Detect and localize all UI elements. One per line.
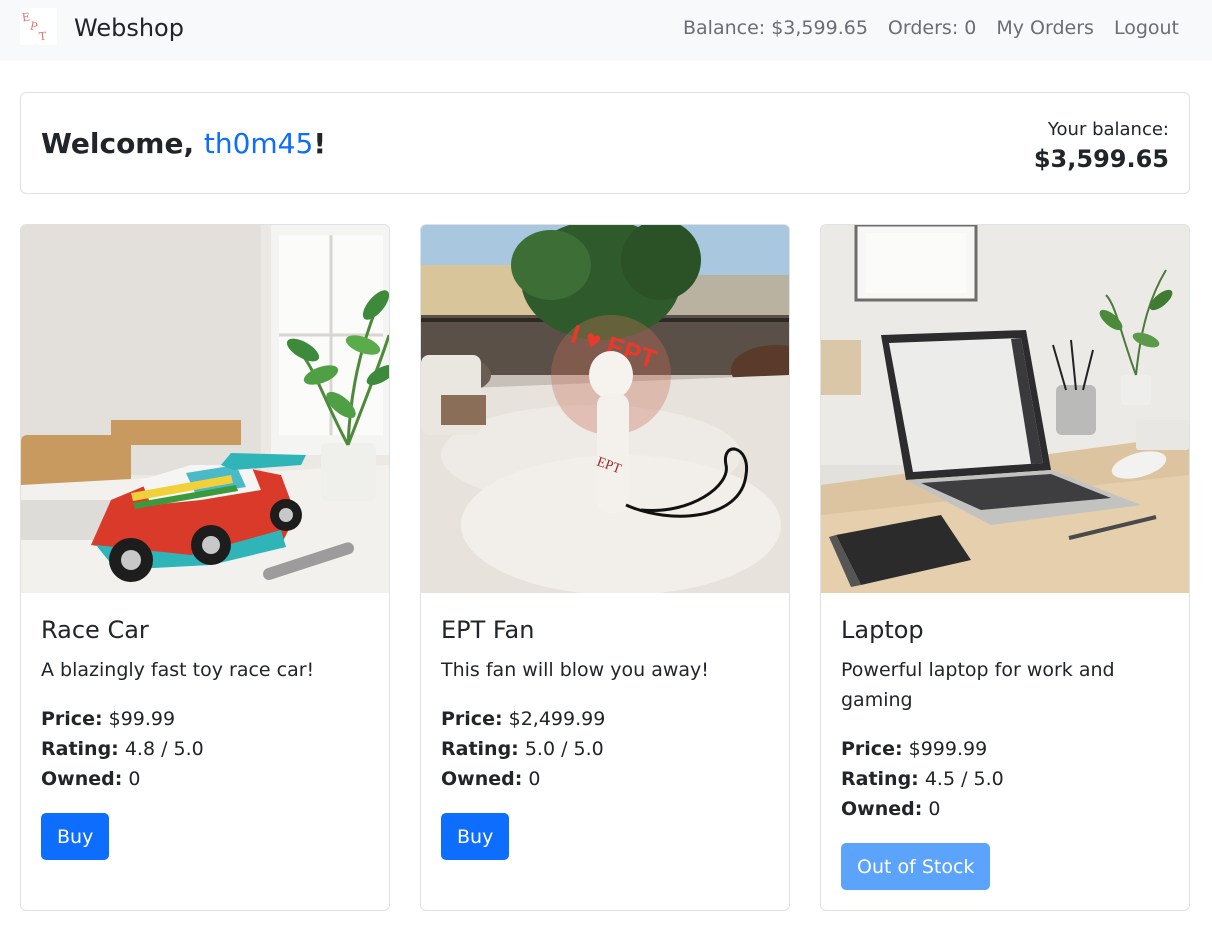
race-car-photo: [21, 225, 389, 593]
welcome-heading: Welcome, th0m45!: [41, 127, 326, 161]
welcome-card: Welcome, th0m45! Your balance: $3,599.65: [20, 92, 1190, 194]
race-car-illustration: [21, 225, 389, 593]
rating-label: Rating:: [41, 738, 119, 760]
product-stats: Price: $999.99 Rating: 4.5 / 5.0 Owned: …: [841, 734, 1171, 824]
rating-row: Rating: 4.5 / 5.0: [841, 764, 1171, 794]
logo-letter: E: [21, 10, 31, 25]
buy-button[interactable]: Buy: [41, 813, 110, 860]
logo-letter: P: [28, 19, 39, 34]
product-card-race-car: Race Car A blazingly fast toy race car! …: [20, 224, 390, 911]
rating-label: Rating:: [841, 768, 919, 790]
owned-value: 0: [528, 768, 541, 790]
rating-value: 4.8 / 5.0: [124, 738, 204, 760]
brand-name[interactable]: Webshop: [74, 13, 184, 43]
price-row: Price: $99.99: [41, 704, 371, 734]
rating-label: Rating:: [441, 738, 519, 760]
rating-value: 5.0 / 5.0: [524, 738, 604, 760]
product-stats: Price: $2,499.99 Rating: 5.0 / 5.0 Owned…: [441, 704, 771, 794]
rating-row: Rating: 5.0 / 5.0: [441, 734, 771, 764]
balance-value: $3,599.65: [1033, 145, 1169, 173]
nav-orders-count[interactable]: Orders: 0: [888, 15, 976, 41]
owned-row: Owned: 0: [41, 764, 371, 794]
product-description: This fan will blow you away!: [441, 659, 709, 681]
product-description: Powerful laptop for work and gaming: [841, 659, 1115, 711]
laptop-photo: [821, 225, 1189, 593]
owned-value: 0: [928, 798, 941, 820]
out-of-stock-button[interactable]: Out of Stock: [841, 843, 991, 890]
welcome-suffix: !: [313, 127, 327, 160]
product-card-laptop: Laptop Powerful laptop for work and gami…: [820, 224, 1190, 911]
nav-links: Balance: $3,599.65 Orders: 0 My Orders L…: [683, 15, 1179, 41]
fan-illustration: I ♥ EPT EPT: [421, 225, 789, 593]
product-description: A blazingly fast toy race car!: [41, 659, 315, 681]
rating-row: Rating: 4.8 / 5.0: [41, 734, 371, 764]
balance-label: Your balance:: [1047, 119, 1169, 140]
price-row: Price: $999.99: [841, 734, 1171, 764]
price-value: $99.99: [108, 708, 176, 730]
price-label: Price:: [41, 708, 103, 730]
product-stats: Price: $99.99 Rating: 4.8 / 5.0 Owned: 0: [41, 704, 371, 794]
price-value: $2,499.99: [508, 708, 606, 730]
price-value: $999.99: [908, 738, 988, 760]
brand-logo[interactable]: E P T: [20, 8, 57, 45]
fan-photo: I ♥ EPT EPT: [421, 225, 789, 593]
owned-label: Owned:: [841, 798, 923, 820]
product-title: EPT Fan: [441, 616, 535, 644]
product-title: Laptop: [841, 616, 924, 644]
nav-my-orders[interactable]: My Orders: [996, 15, 1094, 41]
buy-button[interactable]: Buy: [441, 813, 510, 860]
owned-row: Owned: 0: [441, 764, 771, 794]
nav-logout[interactable]: Logout: [1114, 15, 1179, 41]
owned-label: Owned:: [441, 768, 523, 790]
logo-letter: T: [38, 29, 48, 44]
price-label: Price:: [441, 708, 503, 730]
product-title: Race Car: [41, 616, 149, 644]
owned-value: 0: [128, 768, 141, 790]
owned-label: Owned:: [41, 768, 123, 790]
nav-balance[interactable]: Balance: $3,599.65: [683, 15, 868, 41]
price-row: Price: $2,499.99: [441, 704, 771, 734]
owned-row: Owned: 0: [841, 794, 1171, 824]
product-card-ept-fan: I ♥ EPT EPT EPT Fan This fan will blow y…: [420, 224, 790, 911]
laptop-illustration: [821, 225, 1189, 593]
rating-value: 4.5 / 5.0: [924, 768, 1004, 790]
welcome-prefix: Welcome,: [41, 127, 204, 160]
price-label: Price:: [841, 738, 903, 760]
navbar: E P T Webshop Balance: $3,599.65 Orders:…: [0, 0, 1212, 61]
welcome-username: th0m45: [203, 127, 314, 160]
